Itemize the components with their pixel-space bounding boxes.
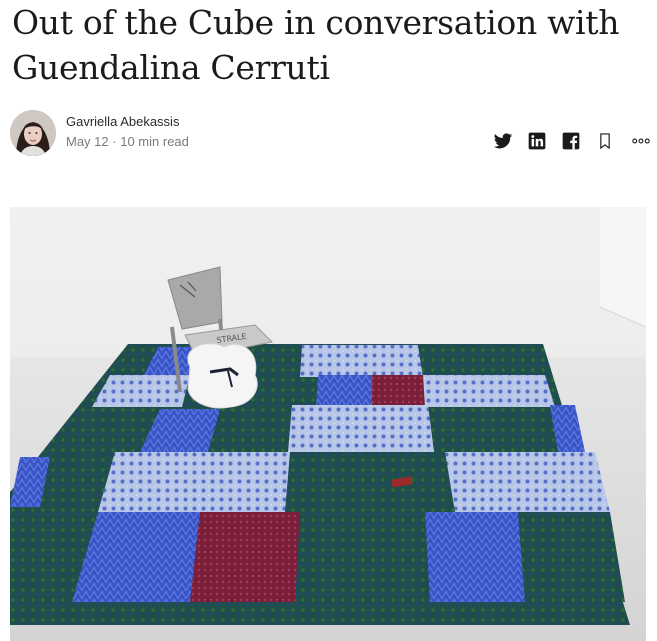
avatar-image	[10, 110, 56, 156]
author-avatar[interactable]	[10, 110, 56, 156]
bookmark-icon[interactable]	[595, 131, 615, 151]
article-meta: May 12 · 10 min read	[66, 134, 189, 149]
facebook-icon[interactable]	[561, 131, 581, 151]
author-name[interactable]: Gavriella Abekassis	[66, 114, 179, 129]
artwork-photo: STRALE	[10, 207, 646, 641]
article-title: Out of the Cube in conversation with Gue…	[12, 3, 620, 87]
read-time: 10 min read	[120, 134, 189, 149]
meta-separator: ·	[112, 134, 117, 149]
hero-image: STRALE	[10, 207, 646, 641]
more-icon[interactable]	[629, 131, 653, 151]
byline: Gavriella Abekassis May 12 · 10 min read	[8, 108, 653, 158]
share-actions	[493, 130, 653, 152]
linkedin-icon[interactable]	[527, 131, 547, 151]
twitter-icon[interactable]	[493, 131, 513, 151]
publish-date[interactable]: May 12	[66, 134, 109, 149]
